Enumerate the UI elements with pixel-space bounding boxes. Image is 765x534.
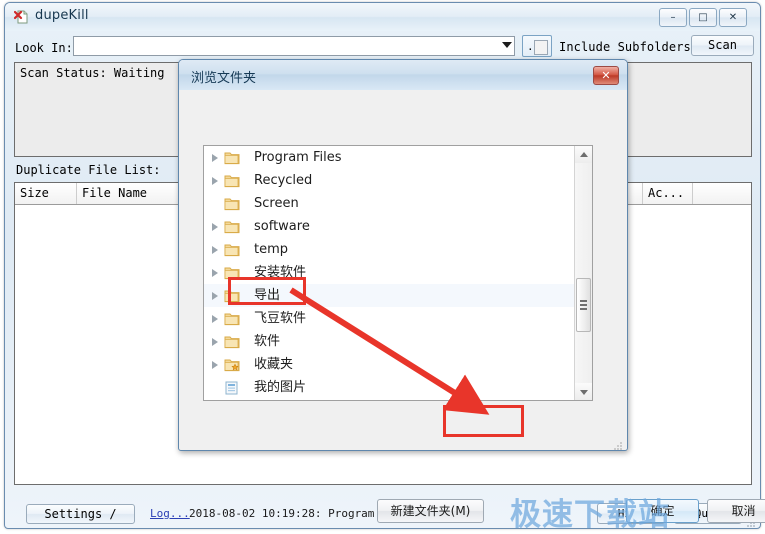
scroll-up-icon[interactable] (575, 146, 592, 163)
tree-item-label: 软件 (254, 334, 281, 349)
highlight-box-ok-button (443, 405, 524, 437)
app-document-x-icon (13, 9, 30, 25)
chevron-right-icon[interactable] (212, 154, 218, 162)
folder-icon (224, 219, 240, 234)
column-header-size[interactable]: Size (15, 183, 77, 204)
tree-item[interactable]: 我的图片 (204, 376, 592, 399)
tree-item[interactable]: Screen (204, 192, 592, 215)
scan-button[interactable]: Scan (691, 35, 754, 56)
screen: dupeKill – □ ✕ Look In: .. Include Subfo… (0, 0, 765, 533)
column-header-extra[interactable] (693, 183, 752, 204)
app-title: dupeKill (35, 8, 89, 23)
close-icon: ✕ (601, 69, 611, 82)
folder-icon (224, 334, 240, 349)
chevron-right-icon[interactable] (212, 246, 218, 254)
column-header-accessed[interactable]: Ac... (643, 183, 693, 204)
look-in-combobox[interactable] (73, 36, 515, 56)
tree-item-label: temp (254, 242, 289, 257)
tree-item-label: Recycled (254, 173, 313, 188)
dialog-body: Program Files Recycled Screen software temp 安… (179, 90, 765, 523)
folder-tree[interactable]: Program Files Recycled Screen software temp 安… (203, 145, 593, 401)
minimize-button[interactable]: – (659, 8, 687, 27)
close-button[interactable]: ✕ (719, 8, 747, 27)
include-subfolders-label[interactable]: Include Subfolders (559, 40, 691, 54)
highlight-box-selected-folder (228, 277, 306, 305)
log-link[interactable]: Log... (150, 507, 190, 520)
tree-item[interactable]: software (204, 215, 592, 238)
dialog-resize-grip-icon[interactable] (614, 438, 623, 450)
close-icon: ✕ (728, 11, 738, 23)
look-in-input[interactable] (74, 37, 514, 55)
look-in-label: Look In: (15, 41, 73, 55)
tree-item[interactable]: Recycled (204, 169, 592, 192)
maximize-button[interactable]: □ (689, 8, 717, 27)
dialog-title-bar: 浏览文件夹 ✕ (179, 60, 627, 90)
dialog-close-button[interactable]: ✕ (593, 66, 619, 85)
tree-item-label: Program Files (254, 150, 342, 165)
folder-icon (224, 173, 240, 188)
folder-glyph-icon (534, 40, 548, 55)
minimize-icon: – (670, 11, 676, 23)
chevron-right-icon[interactable] (212, 269, 218, 277)
tree-scrollbar[interactable] (574, 146, 592, 400)
chevron-right-icon[interactable] (212, 292, 218, 300)
folder-icon (224, 150, 240, 165)
chevron-right-icon[interactable] (212, 315, 218, 323)
settings-button[interactable]: Settings / (26, 504, 135, 524)
tree-item-label: Screen (254, 196, 299, 211)
folder-icon (224, 311, 240, 326)
chevron-right-icon[interactable] (212, 338, 218, 346)
tree-item[interactable]: 收藏夹 (204, 353, 592, 376)
dialog-title: 浏览文件夹 (191, 71, 257, 86)
folder-icon (224, 242, 240, 257)
tree-item[interactable]: 软件 (204, 330, 592, 353)
folder-icon (224, 196, 240, 211)
tree-item[interactable]: Program Files (204, 146, 592, 169)
scrollbar-thumb[interactable] (576, 278, 591, 332)
tree-item[interactable]: temp (204, 238, 592, 261)
new-folder-button[interactable]: 新建文件夹(M) (377, 499, 484, 523)
site-watermark: 极速下载站 (510, 497, 670, 533)
chevron-down-icon[interactable] (502, 42, 512, 48)
cancel-button[interactable]: 取消 (707, 499, 765, 523)
title-bar: dupeKill – □ ✕ (5, 3, 760, 31)
scan-status-text: Scan Status: Waiting (20, 66, 165, 80)
tree-item-label: 收藏夹 (254, 357, 294, 372)
tree-item-label: 飞豆软件 (254, 311, 307, 326)
maximize-icon: □ (698, 11, 708, 23)
chevron-right-icon[interactable] (212, 223, 218, 231)
chevron-right-icon[interactable] (212, 177, 218, 185)
scroll-down-icon[interactable] (575, 383, 592, 400)
folder-favorites-icon (224, 357, 240, 372)
chevron-right-icon[interactable] (212, 361, 218, 369)
tree-item-label: 我的图片 (254, 380, 307, 395)
tree-item-label: software (254, 219, 310, 234)
browse-folder-button[interactable]: .. (522, 35, 552, 57)
thumb-grip-icon (580, 300, 587, 310)
duplicate-file-list-label: Duplicate File List: (16, 163, 161, 177)
browse-folder-dialog: 浏览文件夹 ✕ Program Files Recycled Screen softw… (178, 59, 765, 523)
tree-item[interactable]: 飞豆软件 (204, 307, 592, 330)
folder-pictures-icon (224, 380, 240, 395)
